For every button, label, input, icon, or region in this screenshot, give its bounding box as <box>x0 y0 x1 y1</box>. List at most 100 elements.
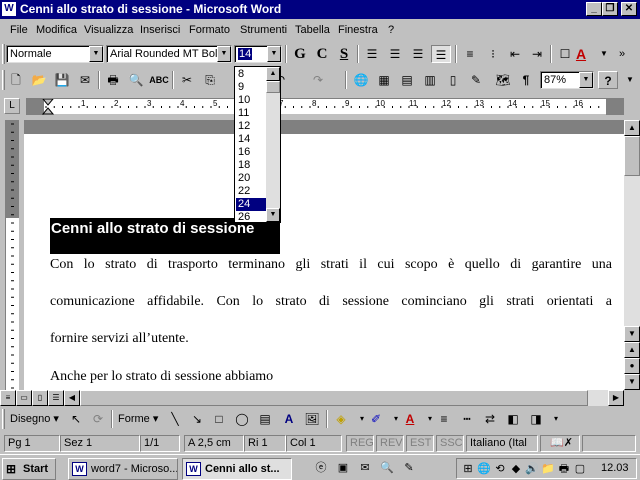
font-size-option-selected[interactable]: 24 <box>236 198 268 211</box>
chevron-down-icon[interactable]: ▼ <box>579 72 593 88</box>
search-icon[interactable]: 🔍 <box>380 461 394 475</box>
bullet-list-icon[interactable]: ⁝ <box>483 45 503 63</box>
menu-help[interactable]: ? <box>388 24 394 36</box>
arrow-style-icon[interactable]: ⇄ <box>480 410 500 428</box>
tables-borders-icon[interactable]: ▦ <box>374 71 394 89</box>
autoshapes-menu-button[interactable]: Forme ▾ <box>118 412 158 425</box>
help-button[interactable]: ? <box>598 71 618 89</box>
font-combo[interactable]: Arial Rounded MT Bold ▼ <box>106 45 232 63</box>
free-rotate-icon[interactable]: ⟳ <box>88 410 108 428</box>
document-paragraph-line[interactable]: Anche per lo strato di sessione abbiamo <box>50 369 273 385</box>
line-style-icon[interactable]: ≡ <box>434 410 454 428</box>
status-rev[interactable]: REV <box>376 435 404 452</box>
menu-strumenti[interactable]: Strumenti <box>240 24 287 36</box>
taskbar-button-active[interactable]: W Cenni allo st... <box>182 458 292 480</box>
title-bar[interactable]: W Cenni allo strato di sessione - Micros… <box>0 0 640 19</box>
line-color-icon[interactable]: ✐ <box>366 410 386 428</box>
shadow-icon[interactable]: ◧ <box>503 410 523 428</box>
dropdown-scrollbar[interactable]: ▲ ▼ <box>266 67 280 222</box>
redo-icon[interactable]: ↷ <box>308 71 328 89</box>
copy-icon[interactable]: ⎘ <box>200 71 220 89</box>
show-hide-icon[interactable]: ¶ <box>516 71 536 89</box>
horizontal-scroll-track[interactable] <box>80 390 608 406</box>
oval-icon[interactable]: ◯ <box>232 410 252 428</box>
start-button[interactable]: ⊞ Start <box>2 458 56 480</box>
chevron-down-icon[interactable]: ▼ <box>267 46 281 62</box>
previous-page-icon[interactable]: ▲ <box>624 342 640 358</box>
scroll-down-icon[interactable]: ▼ <box>266 208 280 222</box>
status-rec[interactable]: REG <box>346 435 374 452</box>
permissions-icon[interactable]: ✉ <box>75 71 95 89</box>
horizontal-scrollbar[interactable]: ≡ ▭ ▯ ☰ ◀ ▶ <box>0 390 624 406</box>
outlook-icon[interactable]: ✉ <box>358 461 372 475</box>
font-size-option[interactable]: 14 <box>236 133 266 146</box>
increase-indent-icon[interactable]: ⇥ <box>527 45 547 63</box>
insert-table-icon[interactable]: ▤ <box>397 71 417 89</box>
align-right-icon[interactable]: ☰ <box>408 45 428 63</box>
draw-menu-button[interactable]: Disegno ▾ <box>10 412 59 425</box>
menu-formato[interactable]: Formato <box>189 24 230 36</box>
print-icon[interactable]: 🖶 <box>103 71 123 89</box>
text-box-icon[interactable]: ▤ <box>255 410 275 428</box>
word-app-icon[interactable]: W <box>2 2 16 16</box>
minimize-button[interactable]: _ <box>586 2 602 16</box>
network-icon[interactable]: ⊞ <box>461 462 475 476</box>
select-objects-icon[interactable]: ↖ <box>66 410 86 428</box>
toolbar-grip[interactable] <box>2 44 5 64</box>
next-page-icon[interactable]: ▼ <box>624 374 640 390</box>
volume-icon[interactable]: 🔊 <box>525 462 539 476</box>
menu-inserisci[interactable]: Inserisci <box>140 24 180 36</box>
chevron-down-icon[interactable]: ▼ <box>594 45 614 63</box>
hyperlink-icon[interactable]: 🌐 <box>351 71 371 89</box>
toolbar-grip[interactable] <box>2 409 5 429</box>
scroll-down-icon[interactable]: ▼ <box>624 326 640 342</box>
toolbar-grip[interactable] <box>2 70 5 90</box>
font-size-option[interactable]: 20 <box>236 172 266 185</box>
spelling-status-icon[interactable]: 📖✗ <box>540 435 580 452</box>
menu-finestra[interactable]: Finestra <box>338 24 378 36</box>
horizontal-scroll-thumb[interactable] <box>80 390 588 406</box>
font-color-draw-icon[interactable]: A <box>400 410 420 428</box>
print-layout-icon[interactable]: ▯ <box>32 390 48 406</box>
vertical-ruler[interactable] <box>0 120 24 390</box>
bold-button[interactable]: G <box>290 45 310 63</box>
dash-style-icon[interactable]: ┅ <box>457 410 477 428</box>
new-document-icon[interactable]: 🗋 <box>6 71 26 89</box>
underline-button[interactable]: S <box>334 45 354 63</box>
font-size-combo[interactable]: 14 ▼ <box>234 45 282 63</box>
taskbar-button-word7[interactable]: W word7 - Microso... <box>68 458 178 480</box>
document-paragraph-line[interactable]: comunicazione affidabile. Con lo strato … <box>50 294 612 310</box>
sync-icon[interactable]: ⟲ <box>493 462 507 476</box>
vertical-scrollbar[interactable]: ▲ ▼ ▲ ● ▼ <box>624 120 640 390</box>
browse-object-icon[interactable]: ● <box>624 358 640 374</box>
decrease-indent-icon[interactable]: ⇤ <box>505 45 525 63</box>
scroll-up-icon[interactable]: ▲ <box>266 67 280 81</box>
status-ext[interactable]: EST <box>406 435 434 452</box>
document-paragraph-line[interactable]: Con lo strato di trasporto terminano gli… <box>50 257 612 273</box>
menu-tabella[interactable]: Tabella <box>295 24 330 36</box>
clock[interactable]: 12.03 <box>601 462 629 474</box>
document-page[interactable]: Cenni allo strato di sessione Con lo str… <box>24 134 624 390</box>
chevron-down-icon[interactable]: ▾ <box>546 410 566 428</box>
folder-icon[interactable]: 📁 <box>541 462 555 476</box>
align-left-icon[interactable]: ☰ <box>362 45 382 63</box>
line-icon[interactable]: ╲ <box>165 410 185 428</box>
3d-icon[interactable]: ◨ <box>526 410 546 428</box>
document-area[interactable]: Cenni allo strato di sessione Con lo str… <box>24 120 624 390</box>
style-combo[interactable]: Normale ▼ <box>6 45 104 63</box>
chevron-down-icon[interactable]: ▼ <box>89 46 103 62</box>
print-preview-icon[interactable]: 🔍 <box>126 71 146 89</box>
font-size-option[interactable]: 10 <box>236 94 266 107</box>
align-center-icon[interactable]: ☰ <box>385 45 405 63</box>
tab-selector-icon[interactable]: L <box>4 98 20 114</box>
font-size-option[interactable]: 11 <box>236 107 266 120</box>
scroll-thumb[interactable] <box>624 136 640 176</box>
numbered-list-icon[interactable]: ≡ <box>460 45 480 63</box>
internet-explorer-icon[interactable]: ⓔ <box>314 461 328 475</box>
monitor-icon[interactable]: ▢ <box>573 462 587 476</box>
spelling-icon[interactable]: ABC <box>149 71 169 89</box>
arrow-icon[interactable]: ↘ <box>187 410 207 428</box>
menu-modifica[interactable]: Modifica <box>36 24 77 36</box>
printer-icon[interactable]: 🖶 <box>557 462 571 476</box>
globe-icon[interactable]: 🌐 <box>477 462 491 476</box>
